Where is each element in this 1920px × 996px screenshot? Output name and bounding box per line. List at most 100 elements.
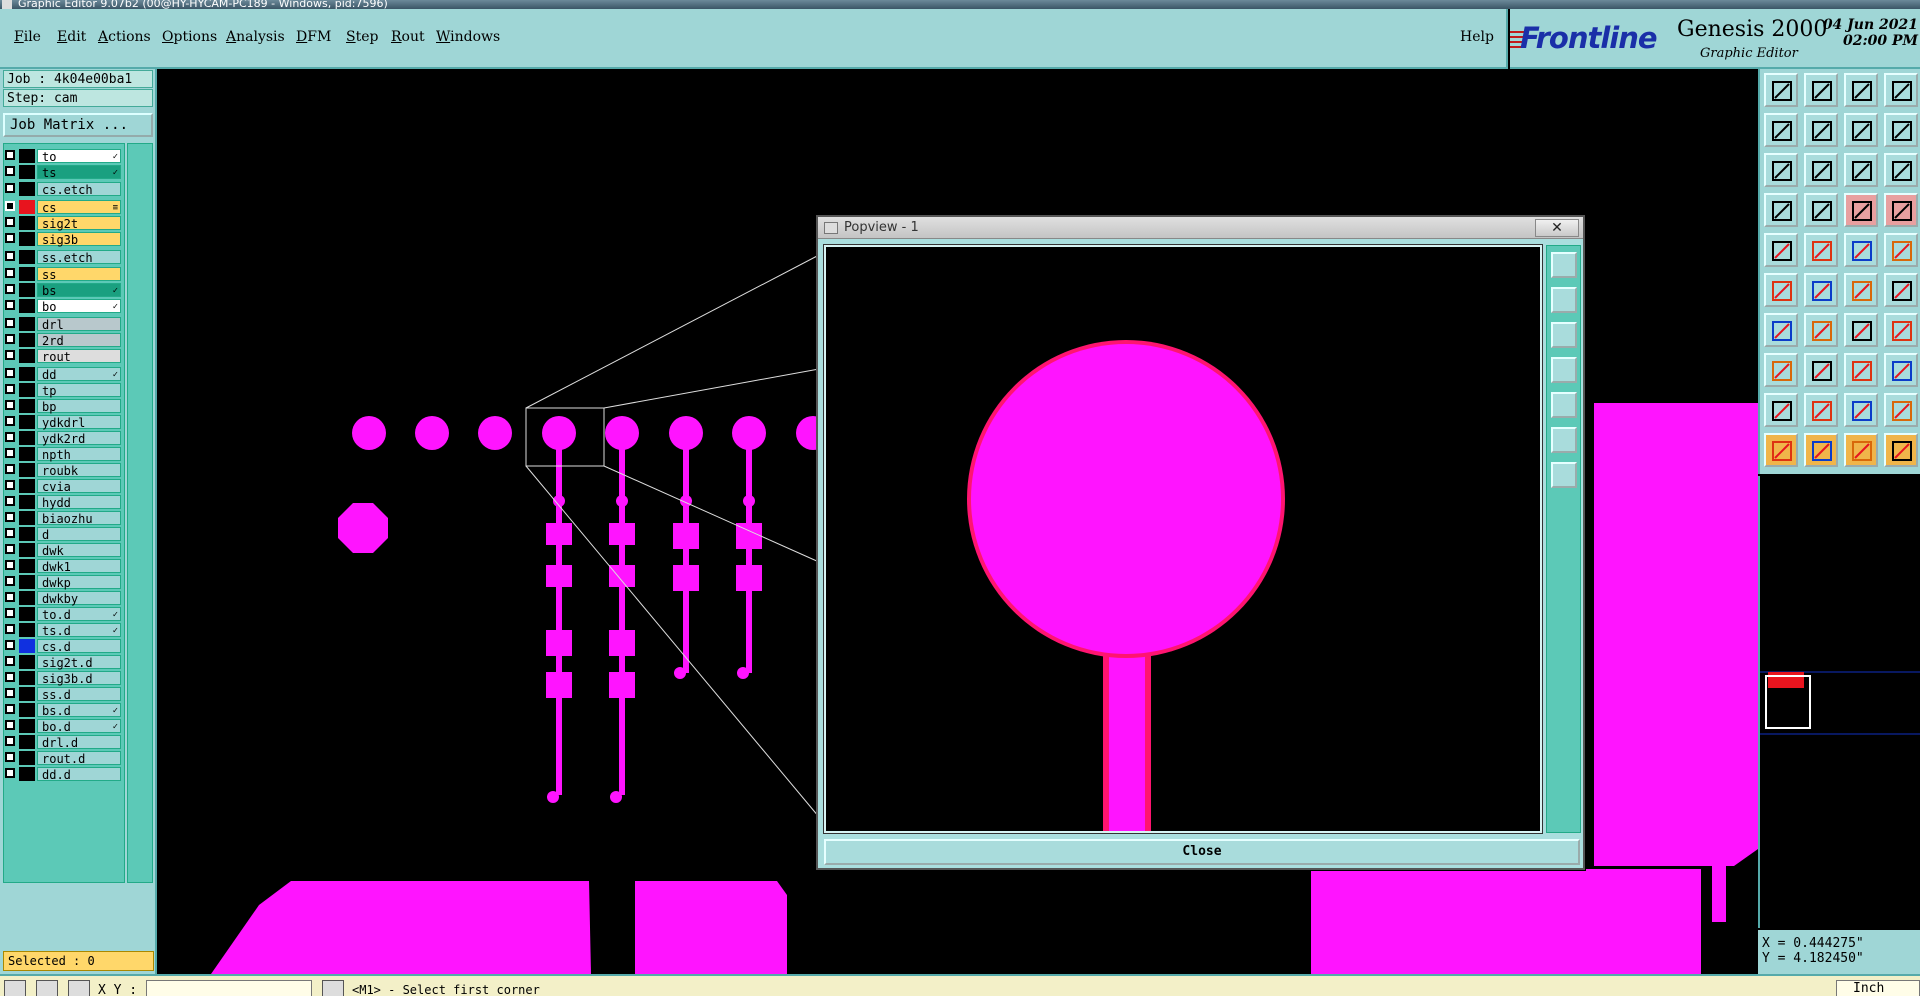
smd-pad[interactable] [673, 523, 699, 549]
layer-name[interactable]: npth [37, 447, 121, 462]
fit-all-icon[interactable] [1551, 462, 1577, 488]
layer-checkbox[interactable] [5, 688, 15, 698]
smd-pad[interactable] [736, 565, 762, 591]
layer-color-swatch[interactable] [19, 383, 35, 397]
layer-color-swatch[interactable] [19, 607, 35, 621]
layer-checkbox[interactable] [5, 640, 15, 650]
layer-color-swatch[interactable] [19, 543, 35, 557]
layer-row-dwk1[interactable]: dwk1 [3, 559, 121, 574]
pan-left-icon[interactable] [1551, 357, 1577, 383]
layer-color-swatch[interactable] [19, 527, 35, 541]
triangle-icon[interactable] [1764, 393, 1798, 427]
menu-rout[interactable]: Rout [391, 29, 425, 45]
layer-name[interactable]: biaozhu [37, 511, 121, 526]
smd-pad[interactable] [673, 565, 699, 591]
smd-pad[interactable] [546, 565, 572, 587]
layer-checkbox[interactable] [5, 334, 15, 344]
arc-icon[interactable] [1844, 313, 1878, 347]
layer-name[interactable]: ydkdrl [37, 415, 121, 430]
layer-name[interactable]: ss.etch [37, 250, 121, 265]
layer-row-hydd[interactable]: hydd [3, 495, 121, 510]
layer-row-cs-d[interactable]: cs.d [3, 639, 121, 654]
grid-display-icon[interactable] [1804, 193, 1838, 227]
slash-icon[interactable] [1804, 313, 1838, 347]
layer-name[interactable]: sig2t [37, 216, 121, 231]
snap-toggle-icon[interactable] [4, 980, 26, 996]
layer-name[interactable]: ss [37, 267, 121, 282]
layer-color-swatch[interactable] [19, 463, 35, 477]
pointer-icon[interactable] [1764, 433, 1798, 467]
via[interactable] [674, 667, 686, 679]
layer-checkbox[interactable] [5, 720, 15, 730]
layer-checkbox[interactable] [5, 480, 15, 490]
layer-checkbox[interactable] [5, 576, 15, 586]
text-a-icon[interactable] [1804, 393, 1838, 427]
menu-actions[interactable]: Actions [98, 29, 151, 45]
menu-step[interactable]: Step [346, 29, 378, 45]
layer-row-ydk2rd[interactable]: ydk2rd [3, 431, 121, 446]
net-icon[interactable] [1844, 193, 1878, 227]
smd-pad[interactable] [609, 672, 635, 698]
smd-pad[interactable] [546, 630, 572, 656]
layer-checkbox[interactable] [5, 512, 15, 522]
units-select[interactable]: Inch [1836, 980, 1920, 996]
layer-row-dd-d[interactable]: dd.d [3, 767, 121, 782]
smd-pad[interactable] [609, 565, 635, 587]
layer-color-swatch[interactable] [19, 623, 35, 637]
layer-name[interactable]: dwkby [37, 591, 121, 606]
layer-color-swatch[interactable] [19, 349, 35, 363]
layer-color-swatch[interactable] [19, 165, 35, 179]
layer-color-swatch[interactable] [19, 367, 35, 381]
circle-icon[interactable] [1884, 233, 1918, 267]
layer-color-swatch[interactable] [19, 267, 35, 281]
close-icon[interactable]: ✕ [1535, 219, 1579, 237]
layer-color-swatch[interactable] [19, 655, 35, 669]
pan-right-icon[interactable] [1804, 113, 1838, 147]
layer-row-bs-d[interactable]: bs.d ✓ [3, 703, 121, 718]
layer-row-sig2t-d[interactable]: sig2t.d [3, 655, 121, 670]
layer-name[interactable]: dwk [37, 543, 121, 558]
layer-color-swatch[interactable] [19, 575, 35, 589]
grid-toggle-icon[interactable] [68, 980, 90, 996]
layer-name[interactable]: dd.d [37, 767, 121, 782]
layer-checkbox[interactable] [5, 624, 15, 634]
layer-checkbox[interactable] [5, 318, 15, 328]
layer-name[interactable]: sig3b.d [37, 671, 121, 686]
layer-name[interactable]: dd ✓ [37, 367, 121, 382]
fit-icon[interactable] [1764, 153, 1798, 187]
text-c-icon[interactable] [1884, 393, 1918, 427]
layer-checkbox[interactable] [5, 217, 15, 227]
layer-name[interactable]: dwk1 [37, 559, 121, 574]
layer-color-swatch[interactable] [19, 447, 35, 461]
layer-checkbox[interactable] [5, 464, 15, 474]
cross-toggle-icon[interactable] [36, 980, 58, 996]
pointer-select-icon[interactable] [1804, 433, 1838, 467]
smd-pad[interactable] [609, 630, 635, 656]
home-icon[interactable] [1844, 73, 1878, 107]
layer-color-swatch[interactable] [19, 283, 35, 297]
layer-name[interactable]: ss.d [37, 687, 121, 702]
smd-pad[interactable] [609, 523, 635, 545]
layer-color-swatch[interactable] [19, 479, 35, 493]
layer-checkbox[interactable] [5, 608, 15, 618]
trace[interactable] [746, 433, 752, 673]
layer-checkbox[interactable] [5, 201, 15, 211]
copper-plane[interactable] [1311, 869, 1701, 974]
layer-checkbox[interactable] [5, 528, 15, 538]
layer-row-biaozhu[interactable]: biaozhu [3, 511, 121, 526]
node-icon[interactable] [1764, 273, 1798, 307]
layer-name[interactable]: d [37, 527, 121, 542]
trace[interactable] [619, 433, 625, 795]
layer-color-swatch[interactable] [19, 495, 35, 509]
layer-row-dd[interactable]: dd ✓ [3, 367, 121, 382]
angle-icon[interactable] [1764, 313, 1798, 347]
layer-color-swatch[interactable] [19, 687, 35, 701]
connect-icon[interactable] [1844, 273, 1878, 307]
layer-name[interactable]: drl.d [37, 735, 121, 750]
layer-color-swatch[interactable] [19, 415, 35, 429]
layer-name[interactable]: cs ≡ [37, 200, 121, 215]
layer-checkbox[interactable] [5, 432, 15, 442]
layer-checkbox[interactable] [5, 704, 15, 714]
layer-color-swatch[interactable] [19, 333, 35, 347]
layer-checkbox[interactable] [5, 300, 15, 310]
